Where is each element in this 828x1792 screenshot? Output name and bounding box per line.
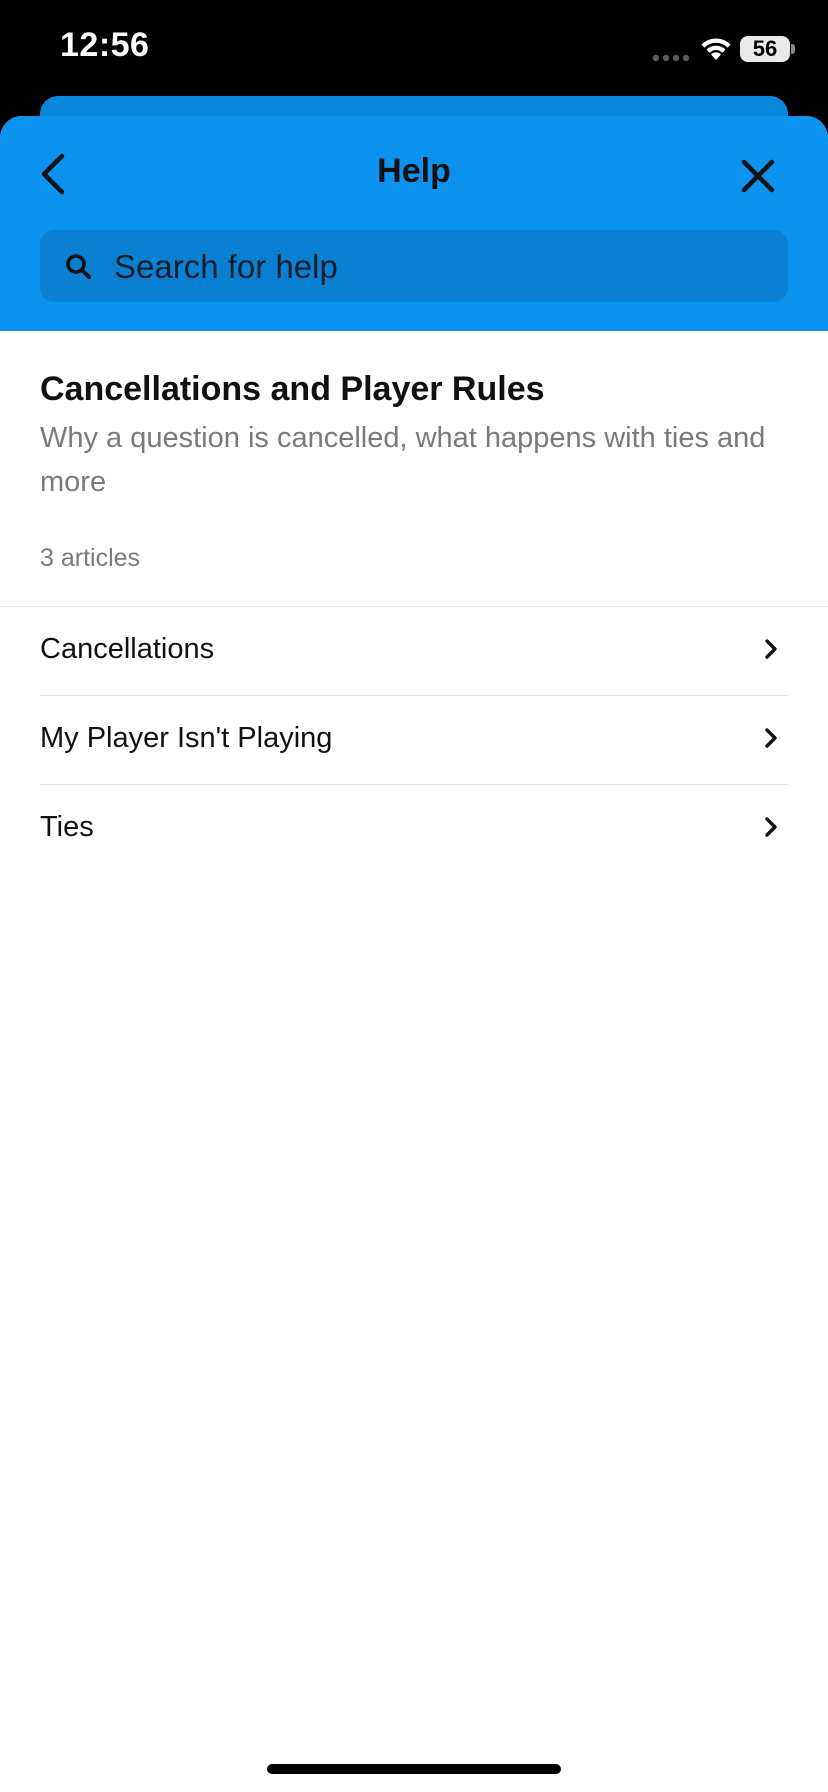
article-list: Cancellations My Player Isn't Playing Ti… — [0, 607, 828, 873]
wifi-icon — [701, 38, 731, 60]
status-time: 12:56 — [60, 26, 150, 64]
chevron-right-icon — [765, 817, 777, 837]
search-bar[interactable] — [40, 230, 788, 302]
article-count: 3 articles — [40, 544, 141, 573]
close-icon — [741, 159, 775, 193]
section-intro: Cancellations and Player Rules Why a que… — [0, 331, 828, 607]
article-label: My Player Isn't Playing — [40, 722, 333, 754]
search-icon — [66, 254, 91, 279]
search-input[interactable] — [112, 240, 766, 294]
section-description: Why a question is cancelled, what happen… — [40, 422, 766, 498]
help-header: Help — [0, 116, 828, 331]
article-label: Ties — [40, 811, 94, 843]
article-item-ties[interactable]: Ties — [40, 785, 788, 873]
article-label: Cancellations — [40, 633, 215, 665]
article-item-my-player-isnt-playing[interactable]: My Player Isn't Playing — [40, 696, 788, 785]
page-title: Help — [377, 152, 451, 190]
home-indicator[interactable] — [267, 1764, 561, 1774]
help-sheet: Help Cancellations and Player Rules Why … — [0, 116, 828, 1792]
cellular-signal-icon — [652, 54, 690, 62]
chevron-right-icon — [765, 728, 777, 748]
chevron-right-icon — [765, 639, 777, 659]
close-button[interactable] — [734, 152, 782, 200]
screen: 12:56 56 Help Search for help Cancellati… — [0, 0, 828, 1792]
article-item-cancellations[interactable]: Cancellations — [40, 607, 788, 696]
status-bar: 12:56 56 — [0, 0, 828, 100]
battery-nub — [791, 44, 795, 54]
section-title: Cancellations and Player Rules — [40, 370, 545, 408]
battery-indicator: 56 — [740, 36, 790, 62]
